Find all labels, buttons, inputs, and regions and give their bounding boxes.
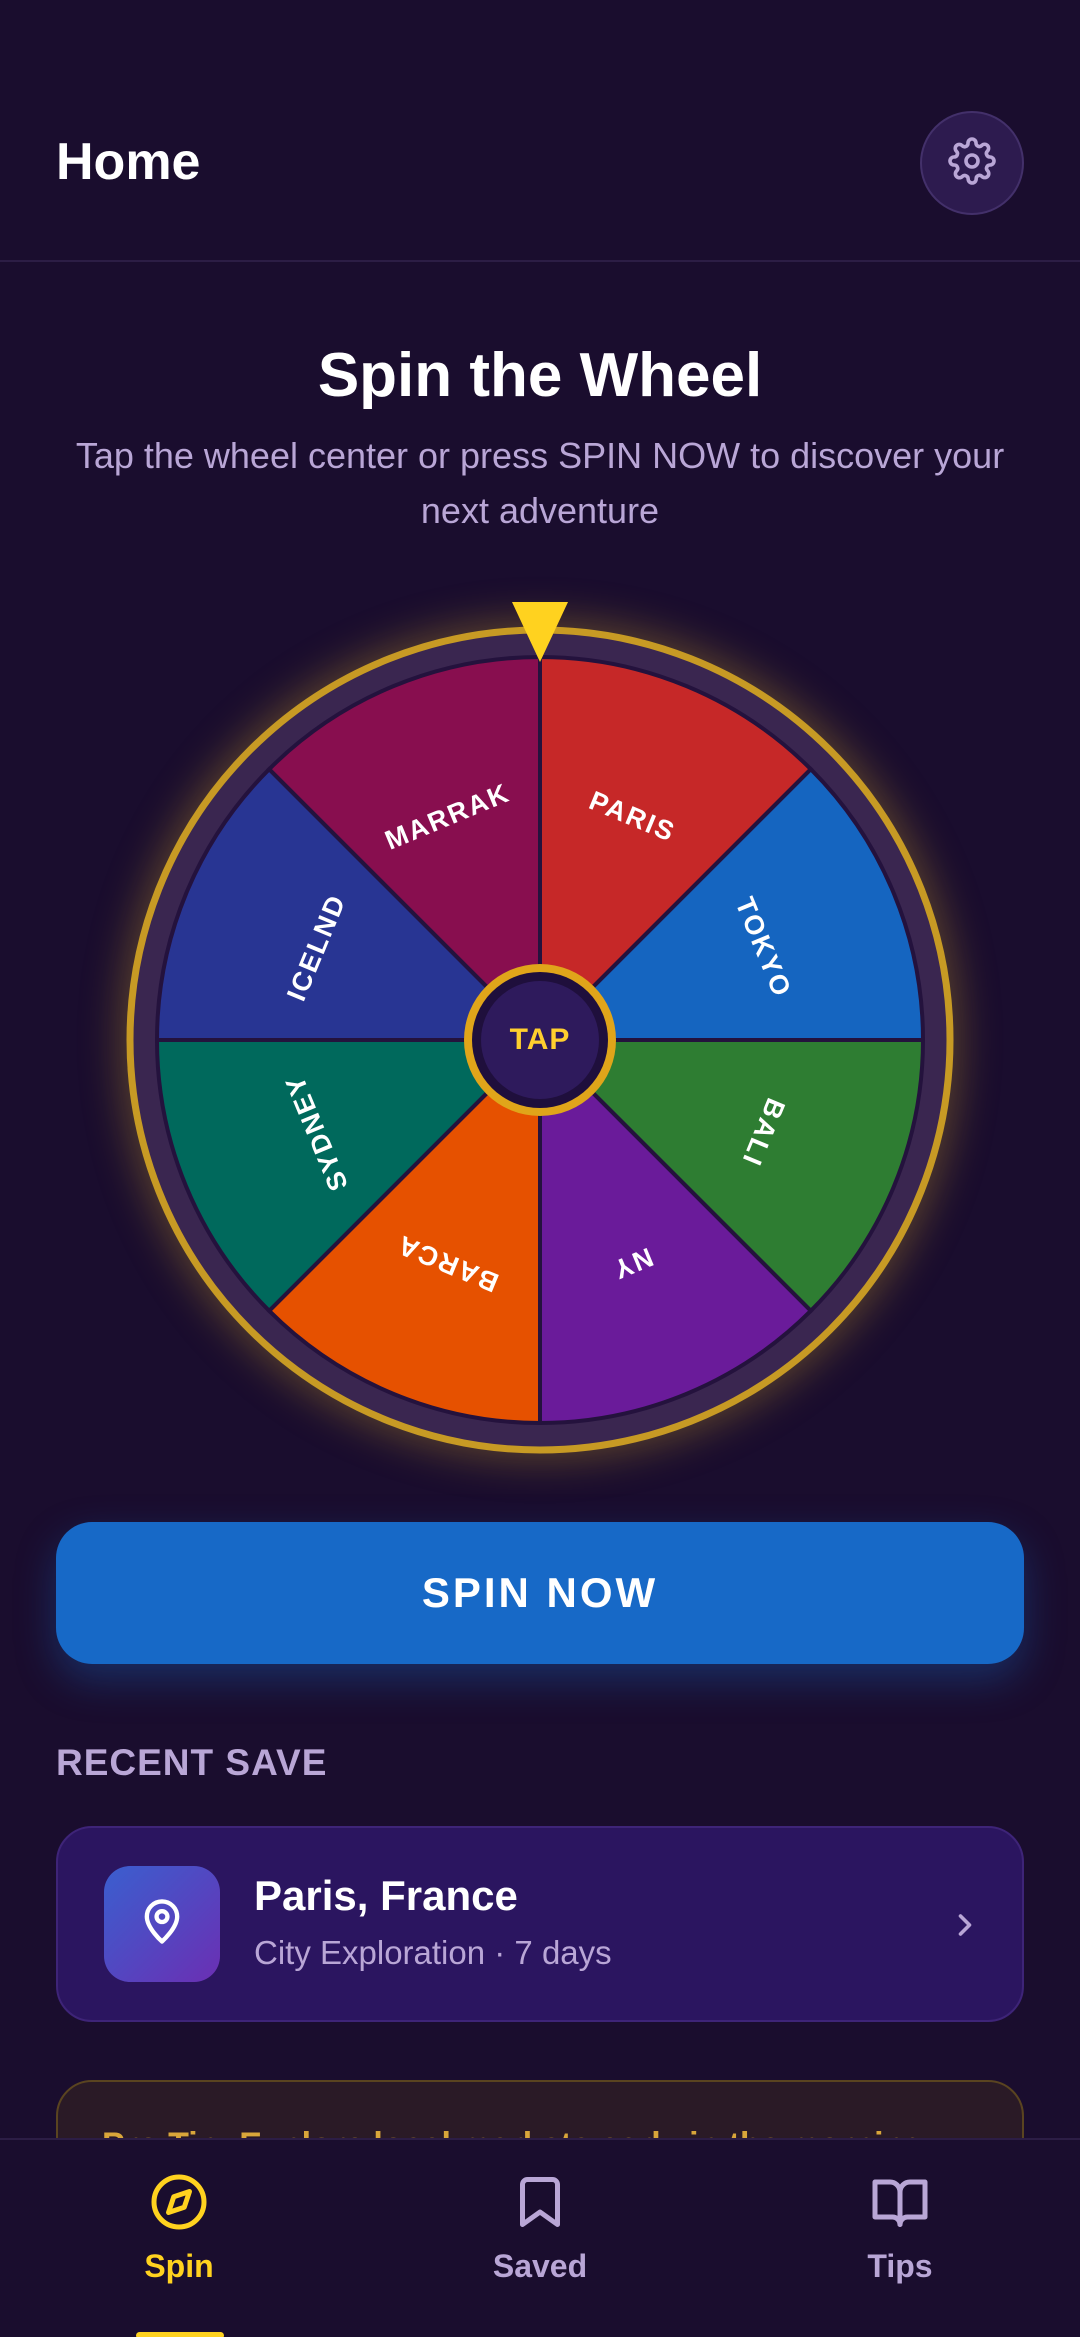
recent-save-title: Paris, France: [254, 1872, 518, 1919]
recent-save-card[interactable]: Paris, France City Exploration · 7 days: [56, 1826, 1024, 2022]
nav-label-saved: Saved: [492, 2248, 588, 2284]
compass-icon: [147, 2170, 211, 2234]
settings-button[interactable]: [920, 111, 1024, 215]
recent-save-heading: RECENT SAVE: [56, 1742, 328, 1783]
nav-item-tips[interactable]: Tips: [800, 2170, 1000, 2310]
gear-icon: [948, 136, 996, 190]
map-pin-icon: [136, 1896, 188, 1953]
spin-wheel[interactable]: PARIS TOKYO BALI NY BARCA SYDNEY ICELND MARRAK …: [120, 602, 960, 1460]
chevron-right-icon: [940, 1900, 990, 1950]
bottom-nav: Spin Saved Tips: [0, 2138, 1080, 2337]
wheel-hub-ring: TAP: [472, 972, 608, 1108]
wheel-pointer: [512, 602, 568, 662]
wheel-hub-label: TAP: [481, 981, 599, 1099]
page-title: Home: [56, 133, 201, 191]
spin-now-button[interactable]: SPIN NOW: [56, 1522, 1024, 1664]
hero-title: Spin the Wheel: [317, 341, 763, 410]
nav-label-spin: Spin: [144, 2248, 214, 2284]
book-icon: [868, 2170, 932, 2234]
bookmark-icon: [508, 2170, 572, 2234]
nav-active-indicator: [136, 2332, 224, 2337]
header: Home: [0, 0, 1080, 262]
nav-item-saved[interactable]: Saved: [440, 2170, 640, 2310]
recent-icon-tile: [104, 1866, 220, 1982]
recent-save-subtitle: City Exploration · 7 days: [254, 1934, 612, 1971]
nav-item-spin[interactable]: Spin: [79, 2170, 279, 2310]
app-root: Home Spin the Wheel Tap the wheel center…: [0, 0, 1080, 2337]
wheel-hub-button[interactable]: TAP: [464, 964, 616, 1116]
nav-label-tips: Tips: [867, 2248, 933, 2284]
hero-subtitle: Tap the wheel center or press SPIN NOW t…: [75, 435, 1005, 531]
